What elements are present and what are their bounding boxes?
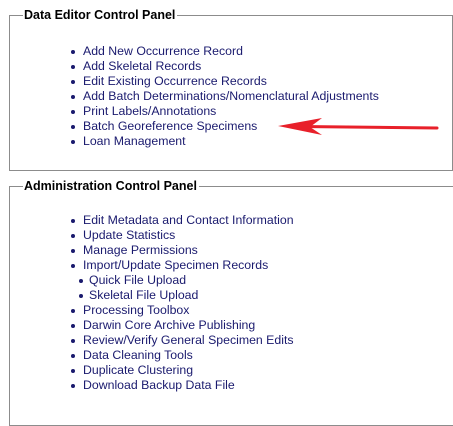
edit-metadata-link[interactable]: Edit Metadata and Contact Information — [83, 213, 294, 227]
list-item[interactable]: Edit Metadata and Contact Information — [71, 213, 294, 228]
administration-panel-title: Administration Control Panel — [23, 179, 199, 194]
add-skeletal-records-link[interactable]: Add Skeletal Records — [83, 59, 201, 73]
bullet-icon — [71, 249, 75, 253]
bullet-icon — [71, 95, 75, 99]
bullet-icon — [71, 110, 75, 114]
bullet-icon — [79, 294, 83, 298]
processing-toolbox-link[interactable]: Processing Toolbox — [83, 303, 189, 317]
add-batch-determinations-link[interactable]: Add Batch Determinations/Nomenclatural A… — [83, 89, 379, 103]
list-item[interactable]: Batch Georeference Specimens — [71, 119, 379, 134]
list-item[interactable]: Update Statistics — [71, 228, 294, 243]
import-update-specimen-records-link[interactable]: Import/Update Specimen Records — [83, 258, 268, 272]
batch-georeference-specimens-link[interactable]: Batch Georeference Specimens — [83, 119, 257, 133]
list-item[interactable]: Darwin Core Archive Publishing — [71, 318, 294, 333]
bullet-icon — [71, 339, 75, 343]
list-item[interactable]: Duplicate Clustering — [71, 363, 294, 378]
bullet-icon — [71, 369, 75, 373]
list-item[interactable]: Review/Verify General Specimen Edits — [71, 333, 294, 348]
data-editor-control-panel: Data Editor Control Panel Add New Occurr… — [9, 8, 453, 171]
bullet-icon — [71, 80, 75, 84]
review-verify-specimen-edits-link[interactable]: Review/Verify General Specimen Edits — [83, 333, 294, 347]
data-cleaning-tools-link[interactable]: Data Cleaning Tools — [83, 348, 193, 362]
list-item[interactable]: Manage Permissions — [71, 243, 294, 258]
list-item[interactable]: Data Cleaning Tools — [71, 348, 294, 363]
print-labels-annotations-link[interactable]: Print Labels/Annotations — [83, 104, 216, 118]
bullet-icon — [71, 264, 75, 268]
list-item[interactable]: Add Skeletal Records — [71, 59, 379, 74]
list-item[interactable]: Download Backup Data File — [71, 378, 294, 393]
bullet-icon — [71, 50, 75, 54]
administration-menu-list: Edit Metadata and Contact Information Up… — [71, 213, 294, 393]
list-item[interactable]: Import/Update Specimen Records — [71, 258, 294, 273]
bullet-icon — [71, 324, 75, 328]
bullet-icon — [79, 279, 83, 283]
bullet-icon — [71, 65, 75, 69]
bullet-icon — [71, 309, 75, 313]
update-statistics-link[interactable]: Update Statistics — [83, 228, 175, 242]
list-item[interactable]: Add New Occurrence Record — [71, 44, 379, 59]
list-item[interactable]: Edit Existing Occurrence Records — [71, 74, 379, 89]
manage-permissions-link[interactable]: Manage Permissions — [83, 243, 198, 257]
quick-file-upload-link[interactable]: Quick File Upload — [89, 273, 186, 287]
add-new-occurrence-record-link[interactable]: Add New Occurrence Record — [83, 44, 243, 58]
list-item[interactable]: Quick File Upload — [79, 273, 294, 288]
bullet-icon — [71, 354, 75, 358]
list-item[interactable]: Loan Management — [71, 134, 379, 149]
data-editor-panel-title: Data Editor Control Panel — [23, 8, 178, 23]
duplicate-clustering-link[interactable]: Duplicate Clustering — [83, 363, 193, 377]
loan-management-link[interactable]: Loan Management — [83, 134, 186, 148]
download-backup-data-file-link[interactable]: Download Backup Data File — [83, 378, 235, 392]
edit-existing-occurrence-records-link[interactable]: Edit Existing Occurrence Records — [83, 74, 267, 88]
list-item[interactable]: Add Batch Determinations/Nomenclatural A… — [71, 89, 379, 104]
bullet-icon — [71, 219, 75, 223]
bullet-icon — [71, 234, 75, 238]
administration-control-panel: Administration Control Panel Edit Metada… — [9, 179, 453, 426]
list-item[interactable]: Print Labels/Annotations — [71, 104, 379, 119]
list-item[interactable]: Skeletal File Upload — [79, 288, 294, 303]
bullet-icon — [71, 140, 75, 144]
list-item[interactable]: Processing Toolbox — [71, 303, 294, 318]
data-editor-menu-list: Add New Occurrence Record Add Skeletal R… — [71, 44, 379, 149]
skeletal-file-upload-link[interactable]: Skeletal File Upload — [89, 288, 198, 302]
bullet-icon — [71, 125, 75, 129]
bullet-icon — [71, 384, 75, 388]
darwin-core-archive-publishing-link[interactable]: Darwin Core Archive Publishing — [83, 318, 255, 332]
